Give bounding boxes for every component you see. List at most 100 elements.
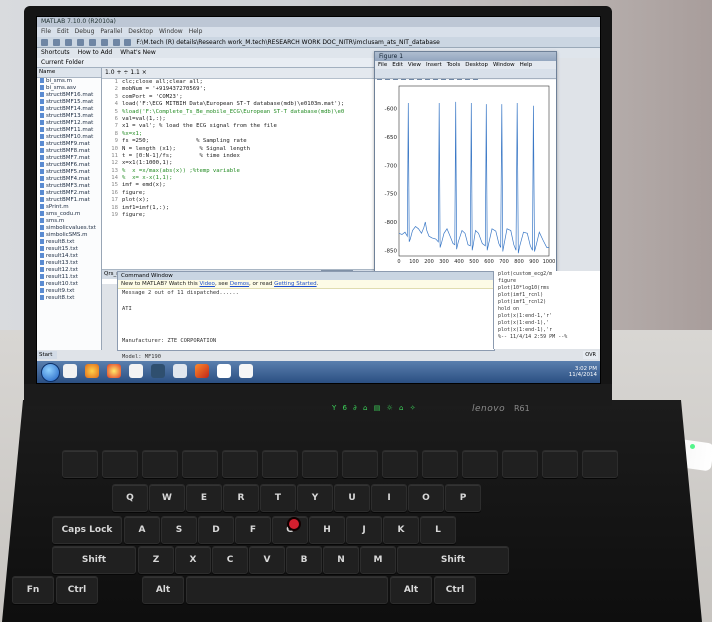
file-list-item[interactable]: structBMF1.mat — [37, 197, 101, 204]
menu-item-file[interactable]: File — [41, 28, 51, 35]
file-list-item[interactable]: simbolicSMS.m — [37, 232, 101, 239]
shortcut-item[interactable]: How to Add — [78, 49, 113, 56]
window-taskbar-icon[interactable] — [173, 364, 187, 378]
key-q[interactable]: Q — [112, 484, 148, 512]
shortcut-item[interactable]: What's New — [120, 49, 156, 56]
document-taskbar-icon[interactable] — [239, 364, 253, 378]
code-line[interactable]: 7 x1 = val'; % load the ECG signal from t… — [102, 123, 393, 130]
function-key[interactable] — [582, 450, 618, 478]
history-item[interactable]: %-- 11/4/14 2:59 PM --% — [494, 334, 600, 341]
history-item[interactable]: plot(x(1:end-1),'r — [494, 327, 600, 334]
code-line[interactable]: 12 x=x1(1:1000,1); — [102, 160, 393, 167]
cut-icon[interactable] — [64, 39, 72, 46]
file-list-item[interactable]: structBMF13.mat — [37, 113, 101, 120]
file-list-item[interactable]: structBMF12.mat — [37, 120, 101, 127]
trackpoint[interactable] — [289, 519, 299, 529]
file-list-item[interactable]: result13.txt — [37, 260, 101, 267]
file-list-item[interactable]: structBMF10.mat — [37, 134, 101, 141]
file-list-item[interactable]: structBMF4.mat — [37, 176, 101, 183]
figure-menu-item-desktop[interactable]: Desktop — [465, 62, 488, 68]
key-p[interactable]: P — [445, 484, 481, 512]
function-key[interactable] — [342, 450, 378, 478]
key-z[interactable]: Z — [138, 546, 174, 574]
function-key[interactable] — [102, 450, 138, 478]
menu-item-parallel[interactable]: Parallel — [100, 28, 122, 35]
menu-item-edit[interactable]: Edit — [57, 28, 69, 35]
file-list-item[interactable]: sms.m — [37, 218, 101, 225]
current-folder-path[interactable]: F:\M.tech (R) details\Research work_M.te… — [136, 39, 439, 46]
file-list-item[interactable]: bi_sms.asv — [37, 85, 101, 92]
right-shift-key[interactable]: Shift — [397, 546, 509, 574]
code-line[interactable]: 11 t = [0:N-1]/fs; % time index — [102, 153, 393, 160]
file-list-item[interactable]: result11.txt — [37, 274, 101, 281]
key-h[interactable]: H — [309, 516, 345, 544]
code-line[interactable]: 19 figure; — [102, 212, 393, 219]
left-ctrl-key[interactable]: Ctrl — [56, 576, 98, 604]
code-line[interactable]: 5 %load('F:\Complete_Ts_Be_mobile_ECG\Eur… — [102, 109, 393, 116]
new-file-icon[interactable] — [41, 39, 48, 46]
history-item[interactable]: plot(10*log10(rms — [494, 285, 600, 292]
code-line[interactable]: 13 % x =x/max(abs(x)) ;%temp variable — [102, 168, 393, 175]
video-link[interactable]: Video — [200, 281, 215, 287]
key-v[interactable]: V — [249, 546, 285, 574]
function-key[interactable] — [142, 450, 178, 478]
history-item[interactable]: plot(x(1:end-1,'r' — [494, 313, 600, 320]
file-list-item[interactable]: result14.txt — [37, 253, 101, 260]
open-file-icon[interactable] — [52, 39, 60, 46]
file-list-item[interactable]: sPrint.m — [37, 204, 101, 211]
key-r[interactable]: R — [223, 484, 259, 512]
file-list-item[interactable]: sms_codu.m — [37, 211, 101, 218]
left-alt-key[interactable]: Alt — [142, 576, 184, 604]
figure-menu-item-help[interactable]: Help — [520, 62, 533, 68]
key-i[interactable]: I — [371, 484, 407, 512]
file-list-item[interactable]: result9.txt — [37, 288, 101, 295]
command-history[interactable]: plot(custom_ecg2/m figure plot(10*log10(rm… — [493, 271, 600, 349]
history-item[interactable]: plot(imf1_rcnl2) — [494, 299, 600, 306]
function-key[interactable] — [382, 450, 418, 478]
history-item[interactable]: figure — [494, 278, 600, 285]
key-u[interactable]: U — [334, 484, 370, 512]
file-list-item[interactable]: result8.txt — [37, 295, 101, 302]
file-list-item[interactable]: result10.txt — [37, 281, 101, 288]
history-item[interactable]: plot(x(1:end-1),' — [494, 320, 600, 327]
history-item[interactable]: plot(custom_ecg2/m — [494, 271, 600, 278]
key-m[interactable]: M — [360, 546, 396, 574]
file-list-item[interactable]: structBMF15.mat — [37, 99, 101, 106]
right-alt-key[interactable]: Alt — [390, 576, 432, 604]
figure-menu-item-window[interactable]: Window — [493, 62, 515, 68]
media-taskbar-icon[interactable] — [129, 364, 143, 378]
key-j[interactable]: J — [346, 516, 382, 544]
figure-menu-item-edit[interactable]: Edit — [392, 62, 403, 68]
right-ctrl-key[interactable]: Ctrl — [434, 576, 476, 604]
file-list-item[interactable]: structBMF2.mat — [37, 190, 101, 197]
file-list-item[interactable]: simbolicvalues.txt — [37, 225, 101, 232]
menu-item-debug[interactable]: Debug — [75, 28, 95, 35]
key-w[interactable]: W — [149, 484, 185, 512]
simulink-icon[interactable] — [112, 39, 120, 46]
file-list-item[interactable]: result8.txt — [37, 239, 101, 246]
code-line[interactable]: 17 plot(x); — [102, 197, 393, 204]
file-list-item[interactable]: structBMF5.mat — [37, 169, 101, 176]
function-key[interactable] — [62, 450, 98, 478]
key-k[interactable]: K — [383, 516, 419, 544]
function-key[interactable] — [262, 450, 298, 478]
caps-lock-key[interactable]: Caps Lock — [52, 516, 122, 544]
code-line[interactable]: 9 fs =250; % Sampling rate — [102, 138, 393, 145]
code-line[interactable]: 14 % x= x-x(1,1); — [102, 175, 393, 182]
fn-key[interactable]: Fn — [12, 576, 54, 604]
function-key[interactable] — [182, 450, 218, 478]
function-key[interactable] — [462, 450, 498, 478]
history-item[interactable]: hold on — [494, 306, 600, 313]
key-a[interactable]: A — [124, 516, 160, 544]
key-y[interactable]: Y — [297, 484, 333, 512]
code-line[interactable]: 6 val=val(1,:); — [102, 116, 393, 123]
figure-menu-item-file[interactable]: File — [378, 62, 387, 68]
figure-menu-item-view[interactable]: View — [408, 62, 421, 68]
code-line[interactable]: 10 N = length (x1); % Signal length — [102, 146, 393, 153]
paste-icon[interactable] — [88, 39, 96, 46]
pen-taskbar-icon[interactable] — [217, 364, 231, 378]
file-list-item[interactable]: structBMF6.mat — [37, 162, 101, 169]
history-item[interactable]: plot(imf1_rcnl) — [494, 292, 600, 299]
code-line[interactable]: 18 imf1=imf(1,:); — [102, 205, 393, 212]
figure-menu-item-tools[interactable]: Tools — [447, 62, 461, 68]
